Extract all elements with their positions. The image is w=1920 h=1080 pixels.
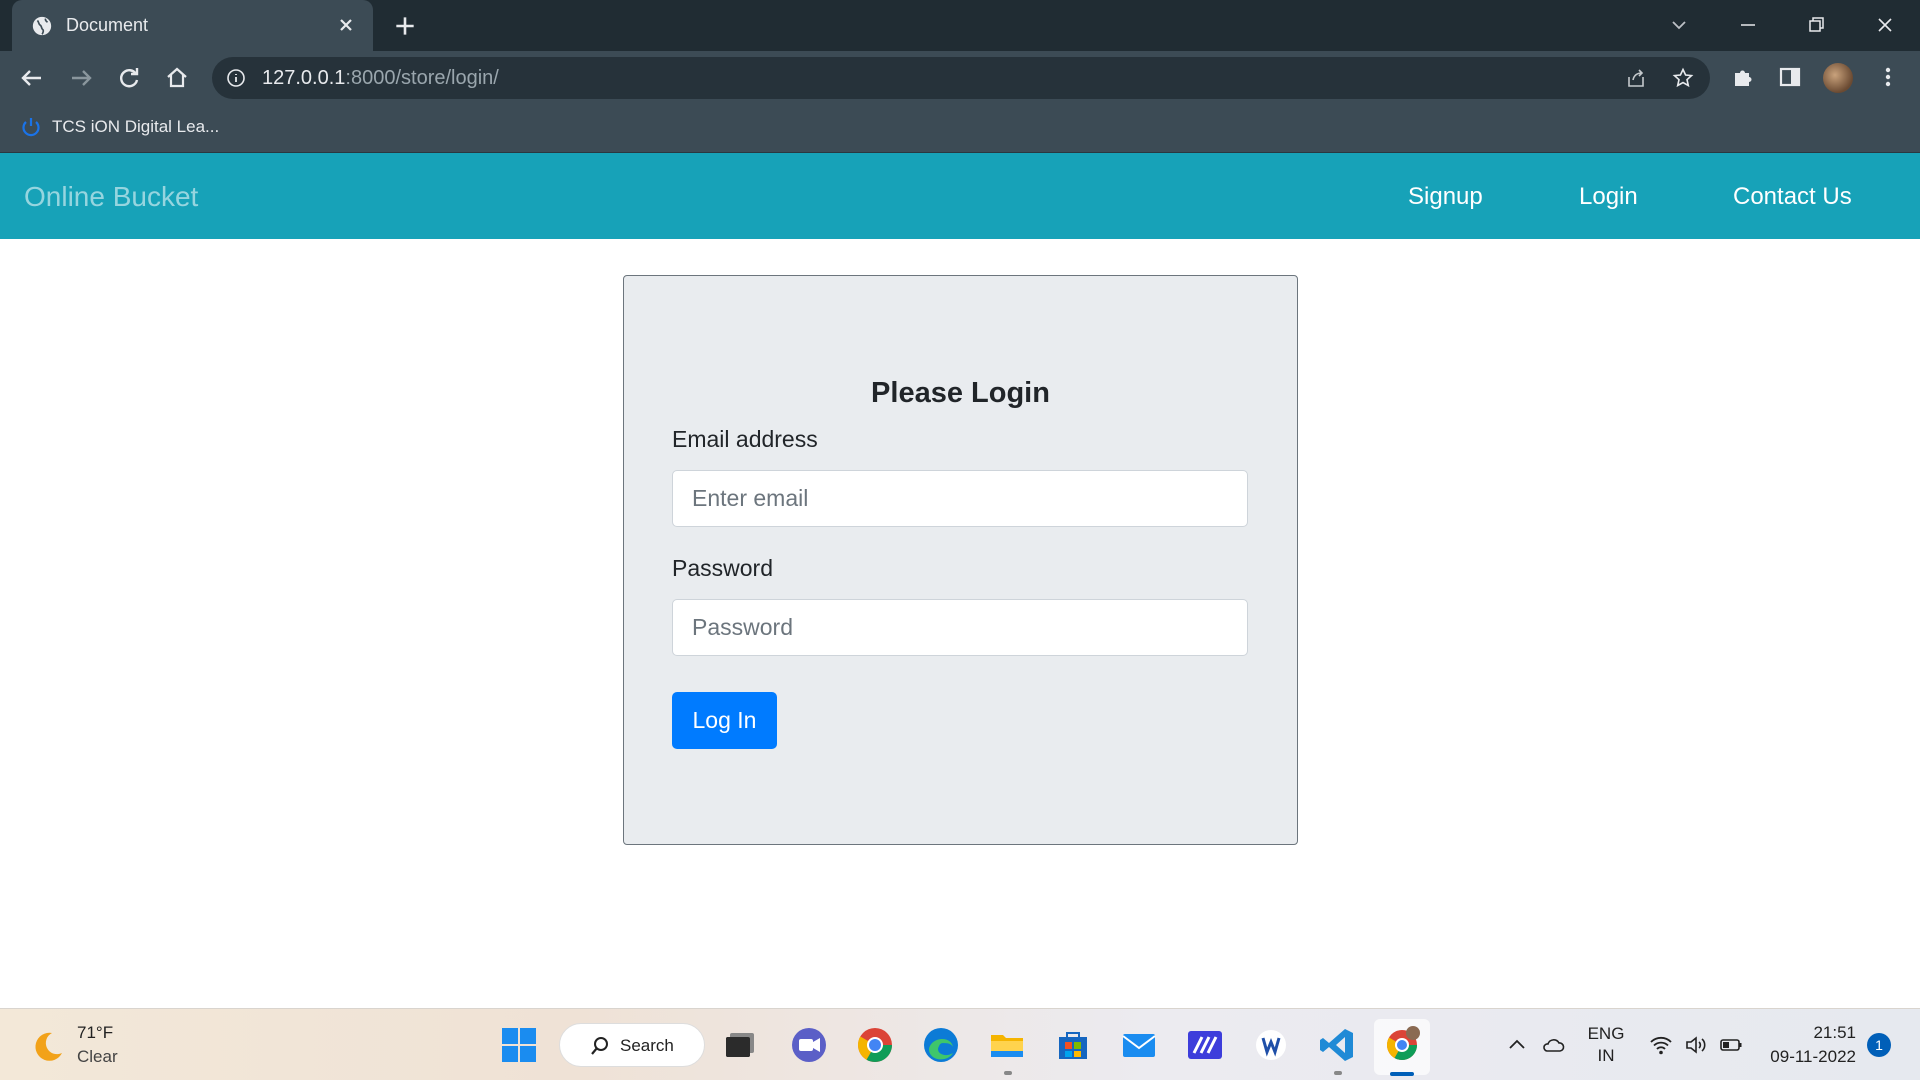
bookmarks-bar: TCS iON Digital Lea... bbox=[0, 105, 1920, 153]
edge-icon[interactable] bbox=[921, 1025, 961, 1065]
wifi-icon[interactable] bbox=[1649, 1033, 1673, 1057]
nav-link-login[interactable]: Login bbox=[1579, 183, 1638, 211]
teams-chat-icon[interactable] bbox=[789, 1025, 829, 1065]
password-label: Password bbox=[672, 555, 773, 581]
reload-icon[interactable] bbox=[115, 64, 143, 92]
word-app-icon[interactable] bbox=[1251, 1025, 1291, 1065]
site-navbar: Online Bucket Signup Login Contact Us bbox=[0, 153, 1920, 239]
battery-icon[interactable] bbox=[1719, 1033, 1743, 1057]
tab-search-chevron-icon[interactable] bbox=[1664, 10, 1694, 40]
vscode-icon[interactable] bbox=[1317, 1025, 1357, 1065]
running-indicator bbox=[1334, 1071, 1342, 1075]
login-button[interactable]: Log In bbox=[672, 692, 777, 749]
search-label: Search bbox=[620, 1036, 674, 1055]
notification-badge[interactable]: 1 bbox=[1867, 1033, 1891, 1057]
power-icon bbox=[22, 118, 40, 137]
menu-kebab-icon[interactable] bbox=[1876, 65, 1900, 89]
email-label: Email address bbox=[672, 426, 818, 452]
extensions-puzzle-icon[interactable] bbox=[1731, 65, 1755, 89]
bookmark-label: TCS iON Digital Lea... bbox=[52, 117, 220, 136]
tab-title: Document bbox=[66, 15, 149, 35]
browser-titlebar: Document bbox=[0, 0, 1920, 51]
page-viewport: Online Bucket Signup Login Contact Us Pl… bbox=[0, 153, 1920, 1008]
side-panel-icon[interactable] bbox=[1778, 65, 1802, 89]
weather-desc: Clear bbox=[77, 1047, 118, 1066]
new-tab-icon[interactable] bbox=[392, 13, 418, 39]
site-brand[interactable]: Online Bucket bbox=[24, 181, 198, 213]
windows-taskbar: 71°F Clear Search ENG IN 21:51 09-11-202… bbox=[0, 1008, 1920, 1080]
search-icon bbox=[591, 1037, 608, 1055]
language-indicator[interactable]: ENG IN bbox=[1586, 1023, 1626, 1067]
onedrive-cloud-icon[interactable] bbox=[1541, 1033, 1565, 1057]
login-card: Please Login Email address Password Log … bbox=[623, 275, 1298, 845]
pen-app-icon[interactable] bbox=[1185, 1025, 1225, 1065]
volume-icon[interactable] bbox=[1684, 1033, 1708, 1057]
chrome-profile-icon[interactable] bbox=[1382, 1025, 1422, 1065]
microsoft-store-icon[interactable] bbox=[1053, 1025, 1093, 1065]
share-icon[interactable] bbox=[1625, 67, 1647, 89]
weather-temp: 71°F bbox=[77, 1023, 114, 1042]
chevron-up-icon[interactable] bbox=[1505, 1033, 1529, 1057]
forward-arrow-icon[interactable] bbox=[67, 64, 95, 92]
nav-link-signup[interactable]: Signup bbox=[1408, 183, 1483, 211]
close-tab-icon[interactable] bbox=[334, 13, 358, 37]
nav-link-contact[interactable]: Contact Us bbox=[1733, 183, 1852, 211]
browser-tab-active[interactable]: Document bbox=[12, 0, 373, 51]
home-icon[interactable] bbox=[163, 64, 191, 92]
site-info-icon[interactable] bbox=[226, 68, 246, 88]
taskbar-search[interactable]: Search bbox=[559, 1023, 705, 1067]
bookmark-item[interactable]: TCS iON Digital Lea... bbox=[20, 116, 219, 138]
minimize-icon[interactable] bbox=[1733, 10, 1763, 40]
address-bar[interactable]: 127.0.0.1:8000/store/login/ bbox=[212, 57, 1710, 99]
back-arrow-icon[interactable] bbox=[18, 64, 46, 92]
task-view-icon[interactable] bbox=[720, 1025, 760, 1065]
clock-date[interactable]: 09-11-2022 bbox=[1760, 1047, 1856, 1067]
running-indicator bbox=[1004, 1071, 1012, 1075]
bookmark-star-icon[interactable] bbox=[1672, 67, 1694, 89]
chrome-icon[interactable] bbox=[855, 1025, 895, 1065]
page-title: Please Login bbox=[871, 377, 1050, 409]
restore-icon[interactable] bbox=[1801, 10, 1831, 40]
profile-avatar[interactable] bbox=[1823, 63, 1853, 93]
moon-weather-icon[interactable] bbox=[30, 1029, 66, 1065]
file-explorer-icon[interactable] bbox=[987, 1025, 1027, 1065]
password-field[interactable] bbox=[672, 599, 1248, 656]
url-text[interactable]: 127.0.0.1:8000/store/login/ bbox=[262, 67, 499, 90]
globe-icon bbox=[32, 16, 52, 36]
browser-toolbar: 127.0.0.1:8000/store/login/ bbox=[0, 51, 1920, 105]
email-field[interactable] bbox=[672, 470, 1248, 527]
clock-time[interactable]: 21:51 bbox=[1760, 1023, 1856, 1043]
mail-icon[interactable] bbox=[1119, 1025, 1159, 1065]
active-app-indicator bbox=[1390, 1072, 1414, 1076]
windows-start-icon[interactable] bbox=[499, 1025, 539, 1065]
close-window-icon[interactable] bbox=[1870, 10, 1900, 40]
